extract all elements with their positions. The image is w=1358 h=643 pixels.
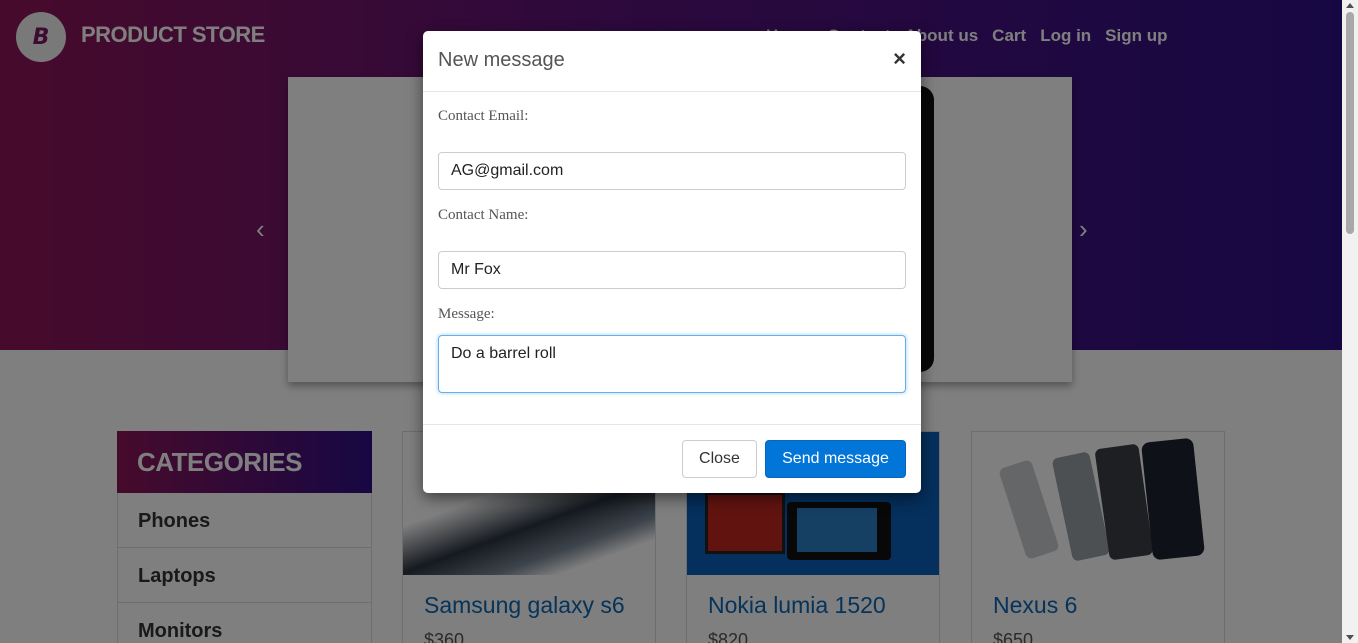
message-label: Message: bbox=[438, 306, 495, 322]
new-message-modal: New message × Contact Email: Contact Nam… bbox=[423, 31, 921, 493]
modal-footer: Close Send message bbox=[423, 424, 921, 493]
scroll-up-icon[interactable] bbox=[1346, 3, 1354, 8]
scrollbar-thumb[interactable] bbox=[1346, 12, 1354, 234]
modal-title: New message bbox=[438, 49, 565, 71]
page-scrollbar[interactable] bbox=[1342, 0, 1358, 643]
modal-header: New message × bbox=[423, 31, 921, 92]
contact-email-input[interactable] bbox=[438, 152, 906, 190]
message-textarea[interactable]: Do a barrel roll bbox=[438, 335, 906, 393]
close-button[interactable]: Close bbox=[682, 440, 757, 478]
contact-name-input[interactable] bbox=[438, 251, 906, 289]
contact-email-label: Contact Email: bbox=[438, 108, 529, 124]
send-message-button[interactable]: Send message bbox=[765, 440, 906, 478]
scroll-down-icon[interactable] bbox=[1346, 635, 1354, 640]
close-icon[interactable]: × bbox=[893, 48, 906, 70]
contact-name-label: Contact Name: bbox=[438, 207, 529, 223]
